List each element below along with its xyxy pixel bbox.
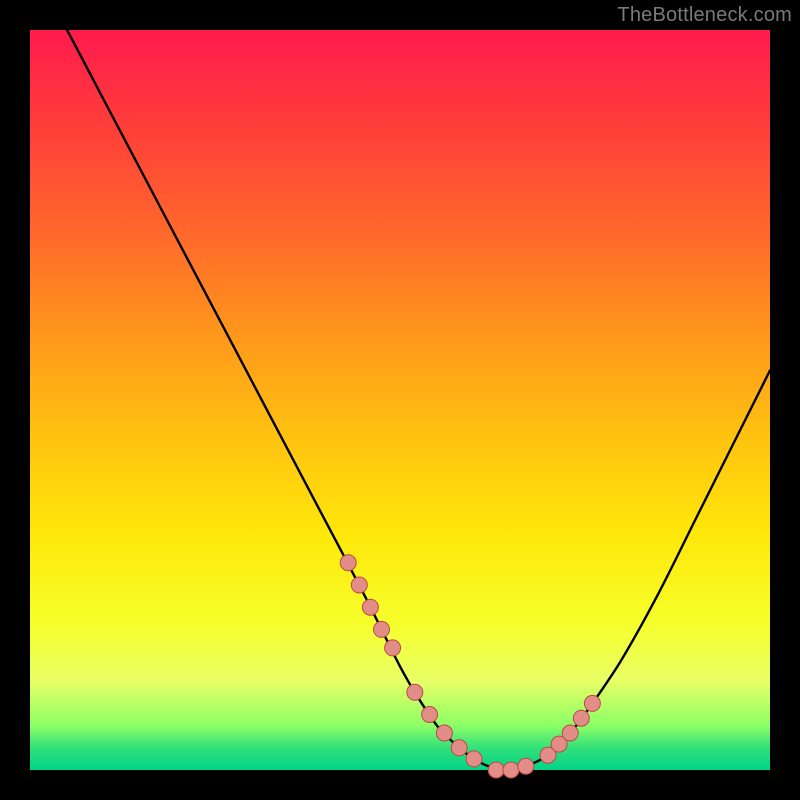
bottleneck-curve-plot [0, 0, 800, 800]
chart-stage: TheBottleneck.com [0, 0, 800, 800]
curve-marker [584, 695, 600, 711]
curve-marker [385, 640, 401, 656]
curve-marker [351, 577, 367, 593]
curve-marker [340, 555, 356, 571]
curve-marker [422, 707, 438, 723]
curve-marker [362, 599, 378, 615]
curve-marker [503, 762, 519, 778]
attribution-text: TheBottleneck.com [617, 4, 792, 27]
curve-marker [488, 762, 504, 778]
curve-markers [340, 555, 600, 778]
curve-marker [518, 758, 534, 774]
curve-marker [451, 740, 467, 756]
curve-marker [407, 684, 423, 700]
curve-marker [436, 725, 452, 741]
curve-marker [573, 710, 589, 726]
bottleneck-curve [30, 0, 770, 770]
curve-marker [466, 751, 482, 767]
curve-marker [374, 621, 390, 637]
curve-marker [562, 725, 578, 741]
